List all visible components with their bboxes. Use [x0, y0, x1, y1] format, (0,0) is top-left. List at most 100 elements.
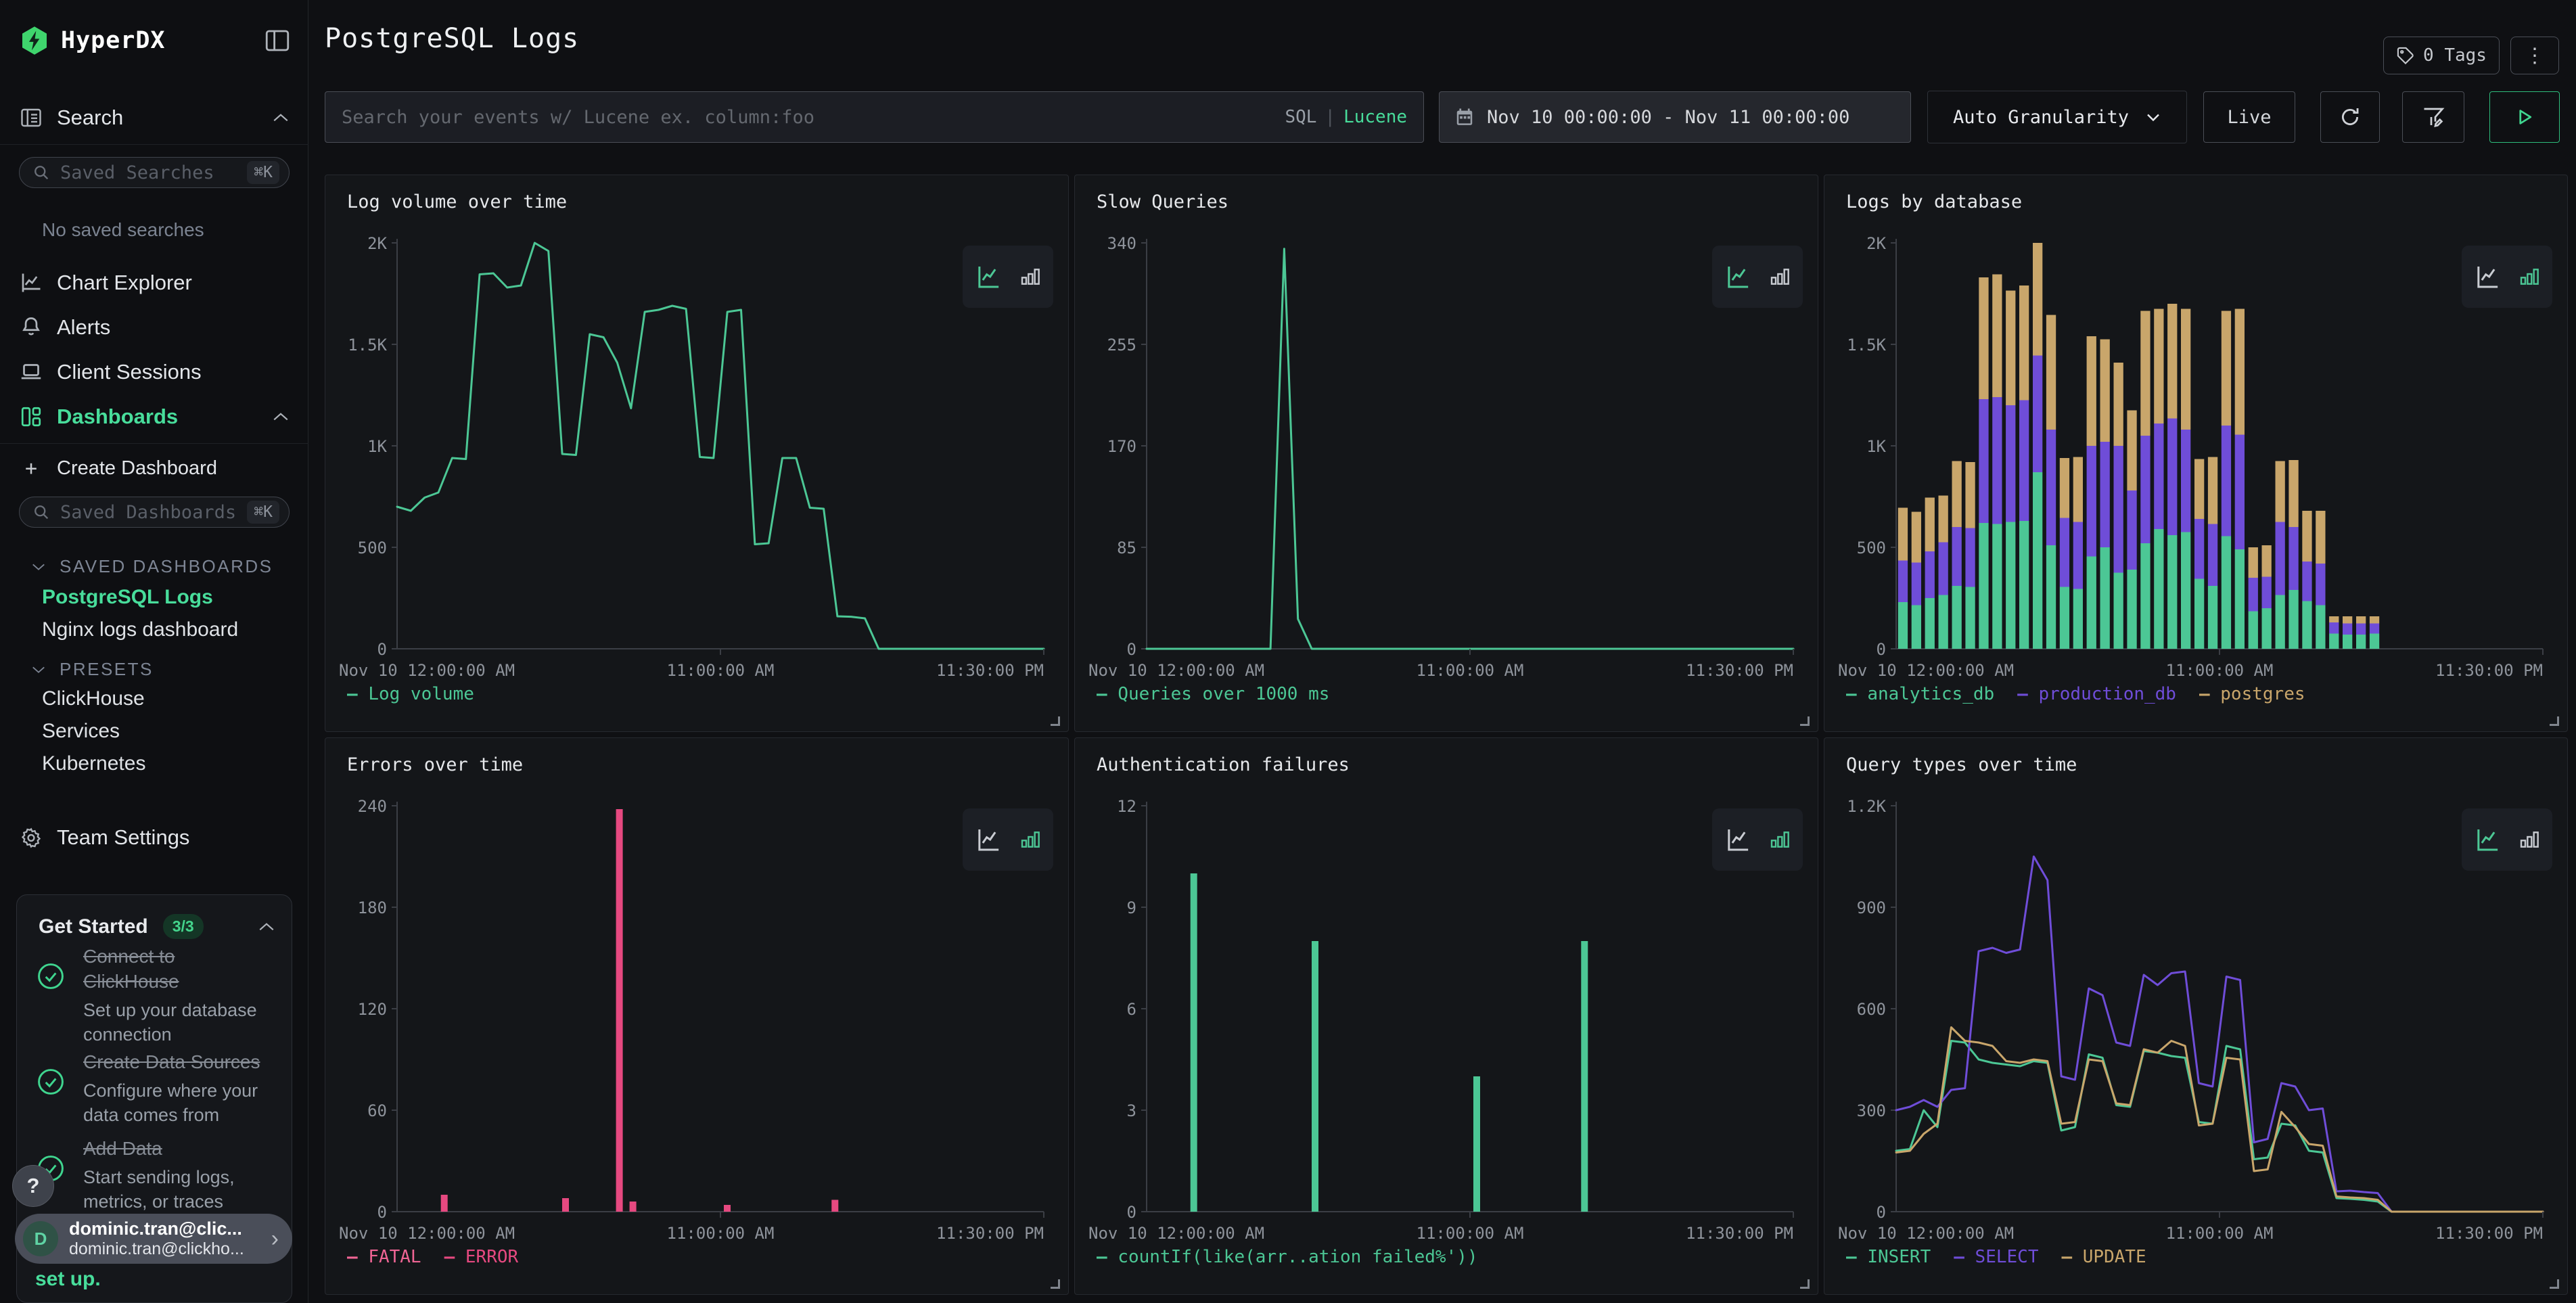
divider — [0, 144, 308, 145]
legend-item[interactable]: — INSERT — [1846, 1247, 1931, 1267]
panel-menu-button[interactable]: ⋮ — [2510, 37, 2559, 74]
panel-log-volume: Log volume over time 05001K1.5K2KNov 10 … — [325, 175, 1069, 732]
legend-item[interactable]: — production_db — [2017, 684, 2176, 704]
panel-title: Query types over time — [1846, 754, 2077, 775]
svg-text:11:30:00 PM: 11:30:00 PM — [2435, 661, 2543, 680]
svg-text:11:30:00 PM: 11:30:00 PM — [2435, 1224, 2543, 1243]
calendar-icon — [1454, 107, 1475, 127]
resize-handle[interactable] — [1800, 1279, 1810, 1289]
resize-handle[interactable] — [1800, 716, 1810, 726]
saved-dashboards-input[interactable]: Saved Dashboards ⌘K — [19, 497, 290, 528]
saved-dashboards-section-header[interactable]: SAVED DASHBOARDS — [31, 556, 273, 577]
legend-item[interactable]: — analytics_db — [1846, 684, 1994, 704]
legend-item[interactable]: — Queries over 1000 ms — [1097, 684, 1329, 704]
sidebar-item-client-sessions[interactable]: Client Sessions — [0, 353, 308, 391]
sidebar-item-clickhouse[interactable]: ClickHouse — [42, 687, 145, 710]
legend-item[interactable]: — SELECT — [1954, 1247, 2038, 1267]
chart-errors-over-time[interactable]: 060120180240Nov 10 12:00:00 AM11:00:00 A… — [339, 798, 1049, 1244]
brand-name: HyperDX — [61, 27, 166, 54]
granularity-dropdown[interactable]: Auto Granularity — [1927, 91, 2187, 143]
sidebar-item-alerts[interactable]: Alerts — [0, 308, 308, 346]
presets-section-header[interactable]: PRESETS — [31, 659, 154, 680]
sidebar-item-nginx-logs-dashboard[interactable]: Nginx logs dashboard — [42, 618, 238, 641]
resize-handle[interactable] — [2550, 716, 2559, 726]
step-title: Connect to ClickHouse — [83, 944, 273, 994]
refresh-button[interactable] — [2320, 91, 2380, 143]
language-toggle-sql[interactable]: SQL — [1285, 107, 1316, 127]
granularity-value: Auto Granularity — [1953, 107, 2129, 128]
language-toggle-lucene[interactable]: Lucene — [1343, 107, 1407, 127]
sidebar-item-team-settings[interactable]: Team Settings — [0, 819, 308, 856]
page-title: PostgreSQL Logs — [325, 23, 579, 54]
avatar: D — [23, 1221, 58, 1256]
chart-legend: — countIf(like(arr..ation failed%')) — [1097, 1247, 1478, 1267]
svg-text:240: 240 — [358, 798, 387, 816]
sidebar-item-dashboards[interactable]: Dashboards — [0, 398, 308, 436]
legend-item[interactable]: — ERROR — [444, 1247, 519, 1267]
chart-slow-queries[interactable]: 085170255340Nov 10 12:00:00 AM11:00:00 A… — [1088, 235, 1799, 681]
sidebar-item-chart-explorer[interactable]: Chart Explorer — [0, 264, 308, 302]
svg-text:0: 0 — [1877, 640, 1886, 659]
gear-icon — [19, 827, 43, 849]
dashboards-icon — [19, 405, 43, 429]
svg-text:2K: 2K — [1866, 235, 1886, 253]
sidebar-collapse-icon[interactable] — [263, 26, 292, 55]
chart-legend: — FATAL — ERROR — [347, 1247, 518, 1267]
svg-text:0: 0 — [1877, 1203, 1886, 1222]
sidebar-item-postgresql-logs[interactable]: PostgreSQL Logs — [42, 586, 213, 609]
chart-authentication-failures[interactable]: 036912Nov 10 12:00:00 AM11:00:00 AM11:30… — [1088, 798, 1799, 1244]
legend-item[interactable]: — UPDATE — [2061, 1247, 2146, 1267]
language-toggle-divider: | — [1325, 107, 1335, 127]
shortcut-badge: ⌘K — [247, 501, 279, 524]
search-section-icon — [19, 106, 43, 130]
tags-button[interactable]: 0 Tags — [2383, 37, 2500, 74]
refresh-icon — [2339, 106, 2362, 129]
panel-title: Errors over time — [347, 754, 523, 775]
svg-text:85: 85 — [1117, 539, 1136, 557]
panel-logs-by-database: Logs by database 05001K1.5K2KNov 10 12:0… — [1824, 175, 2568, 732]
legend-item[interactable]: — Log volume — [347, 684, 474, 704]
get-started-step-sources[interactable]: Create Data Sources Configure where your… — [36, 1049, 278, 1127]
legend-item[interactable]: — postgres — [2199, 684, 2305, 704]
get-started-step-connect[interactable]: Connect to ClickHouse Set up your databa… — [36, 944, 278, 1047]
get-started-step-add-data[interactable]: Add Data Start sending logs, metrics, or… — [36, 1136, 278, 1214]
sidebar-item-search[interactable]: Search — [0, 99, 308, 137]
section-title: PRESETS — [60, 659, 154, 680]
resize-handle[interactable] — [1051, 716, 1060, 726]
live-button[interactable]: Live — [2203, 91, 2295, 143]
run-query-button[interactable] — [2489, 91, 2560, 143]
create-dashboard-button[interactable]: + Create Dashboard — [0, 452, 308, 484]
chart-legend: — Log volume — [347, 684, 474, 704]
event-search-input[interactable]: Search your events w/ Lucene ex. column:… — [325, 91, 1424, 143]
resize-handle[interactable] — [2550, 1279, 2559, 1289]
date-range-input[interactable]: Nov 10 00:00:00 - Nov 11 00:00:00 — [1439, 91, 1911, 143]
svg-text:170: 170 — [1107, 437, 1136, 456]
saved-searches-input[interactable]: Saved Searches ⌘K — [19, 157, 290, 188]
resize-handle[interactable] — [1051, 1279, 1060, 1289]
svg-text:11:00:00 AM: 11:00:00 AM — [667, 1224, 775, 1243]
chart-logs-by-database[interactable]: 05001K1.5K2KNov 10 12:00:00 AM11:00:00 A… — [1838, 235, 2548, 681]
step-desc: Configure where your data comes from — [83, 1078, 273, 1127]
sidebar-item-kubernetes[interactable]: Kubernetes — [42, 752, 145, 775]
svg-text:0: 0 — [1127, 1203, 1136, 1222]
legend-item[interactable]: — FATAL — [347, 1247, 421, 1267]
help-button[interactable]: ? — [12, 1165, 54, 1207]
chart-log-volume[interactable]: 05001K1.5K2KNov 10 12:00:00 AM11:00:00 A… — [339, 235, 1049, 681]
sidebar-item-label: Client Sessions — [57, 360, 202, 384]
panel-title: Logs by database — [1846, 191, 2022, 212]
chart-query-types[interactable]: 03006009001.2KNov 10 12:00:00 AM11:00:00… — [1838, 798, 2548, 1244]
tag-icon — [2396, 46, 2415, 65]
svg-text:340: 340 — [1107, 235, 1136, 253]
svg-text:1.5K: 1.5K — [348, 336, 387, 355]
legend-item[interactable]: — countIf(like(arr..ation failed%')) — [1097, 1247, 1478, 1267]
main-content: PostgreSQL Logs 0 Tags ⋮ Search your eve… — [308, 0, 2576, 1303]
svg-text:0: 0 — [1127, 640, 1136, 659]
panel-errors-over-time: Errors over time 060120180240Nov 10 12:0… — [325, 737, 1069, 1295]
sidebar-item-services[interactable]: Services — [42, 720, 120, 743]
svg-text:120: 120 — [358, 1000, 387, 1019]
filter-button[interactable] — [2402, 91, 2464, 143]
user-account-button[interactable]: D dominic.tran@clic... dominic.tran@clic… — [15, 1214, 292, 1264]
svg-text:6: 6 — [1127, 1000, 1136, 1019]
svg-text:11:30:00 PM: 11:30:00 PM — [936, 1224, 1044, 1243]
chevron-up-icon[interactable] — [258, 921, 275, 932]
